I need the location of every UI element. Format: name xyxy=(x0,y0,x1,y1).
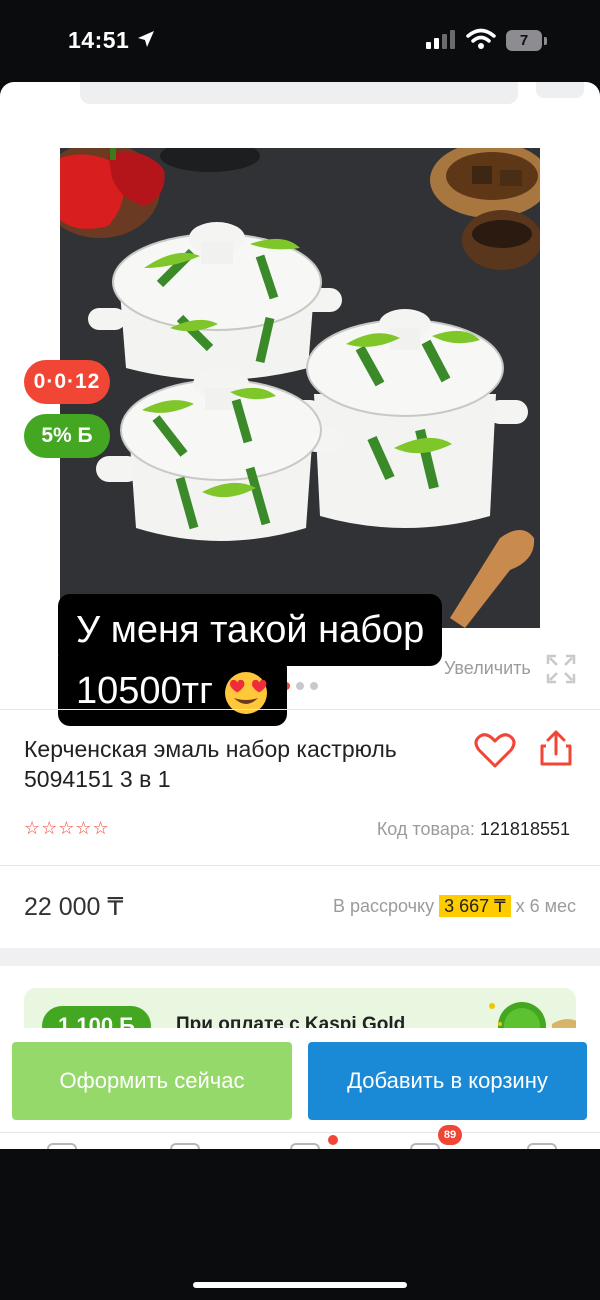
zoom-label[interactable]: Увеличить xyxy=(444,658,531,679)
overlay-caption-line2: 10500тг xyxy=(58,656,287,726)
action-bar: Оформить сейчас Добавить в корзину xyxy=(0,1028,600,1132)
installment-badge: 0·0·12 xyxy=(24,360,110,404)
product-page: 0·0·12 5% Б Увеличить У меня такой набор… xyxy=(0,82,600,1149)
tab-catalog-icon[interactable] xyxy=(170,1143,200,1149)
back-arrow-icon[interactable] xyxy=(34,82,56,90)
cellular-signal-icon xyxy=(426,30,455,49)
bonus-badge: 5% Б xyxy=(24,414,110,458)
sku: Код товара: 121818551 xyxy=(377,819,570,840)
rating-stars[interactable]: ☆☆☆☆☆ xyxy=(24,818,110,839)
tab-services-icon[interactable] xyxy=(290,1143,320,1149)
sku-value: 121818551 xyxy=(479,819,570,839)
header-menu-button[interactable] xyxy=(536,82,584,98)
bottom-tab-bar: 89 xyxy=(0,1125,600,1149)
expand-icon[interactable] xyxy=(546,654,576,684)
sku-label: Код товара: xyxy=(376,819,475,839)
status-bar: 14:51 7 xyxy=(0,0,600,82)
notification-dot xyxy=(328,1135,338,1145)
installment-amount: 3 667 ₸ xyxy=(439,895,511,917)
buy-now-button[interactable]: Оформить сейчас xyxy=(12,1042,292,1120)
share-icon[interactable] xyxy=(538,730,574,768)
divider xyxy=(0,709,600,710)
carousel-dot[interactable] xyxy=(310,682,318,690)
overlay-caption-price: 10500тг xyxy=(76,670,213,712)
product-title: Керченская эмаль набор кастрюль 5094151 … xyxy=(24,736,397,792)
add-to-cart-button[interactable]: Добавить в корзину xyxy=(308,1042,587,1120)
installment-info: В рассрочку 3 667 ₸ х 6 мес xyxy=(332,895,576,917)
carousel-dot[interactable] xyxy=(296,682,304,690)
status-time: 14:51 xyxy=(68,27,130,53)
wifi-icon xyxy=(466,28,496,49)
search-icon xyxy=(110,82,130,84)
cart-badge: 89 xyxy=(438,1125,462,1145)
home-indicator[interactable] xyxy=(193,1282,407,1288)
location-arrow-icon xyxy=(138,31,154,47)
product-price: 22 000 ₸ xyxy=(24,893,124,921)
divider xyxy=(0,865,600,866)
installment-label: В рассрочку xyxy=(332,896,435,916)
battery-icon: 7 xyxy=(506,30,542,51)
installment-term: х 6 мес xyxy=(515,896,576,916)
tab-profile-icon[interactable] xyxy=(527,1143,557,1149)
battery-cap xyxy=(544,37,547,45)
product-image[interactable] xyxy=(60,148,540,628)
tab-cart-icon[interactable] xyxy=(410,1143,440,1149)
carousel-dots xyxy=(282,677,324,695)
tab-home-icon[interactable] xyxy=(47,1143,77,1149)
favorite-heart-icon[interactable] xyxy=(474,732,516,770)
section-separator xyxy=(0,948,600,966)
search-bar[interactable] xyxy=(80,82,518,104)
